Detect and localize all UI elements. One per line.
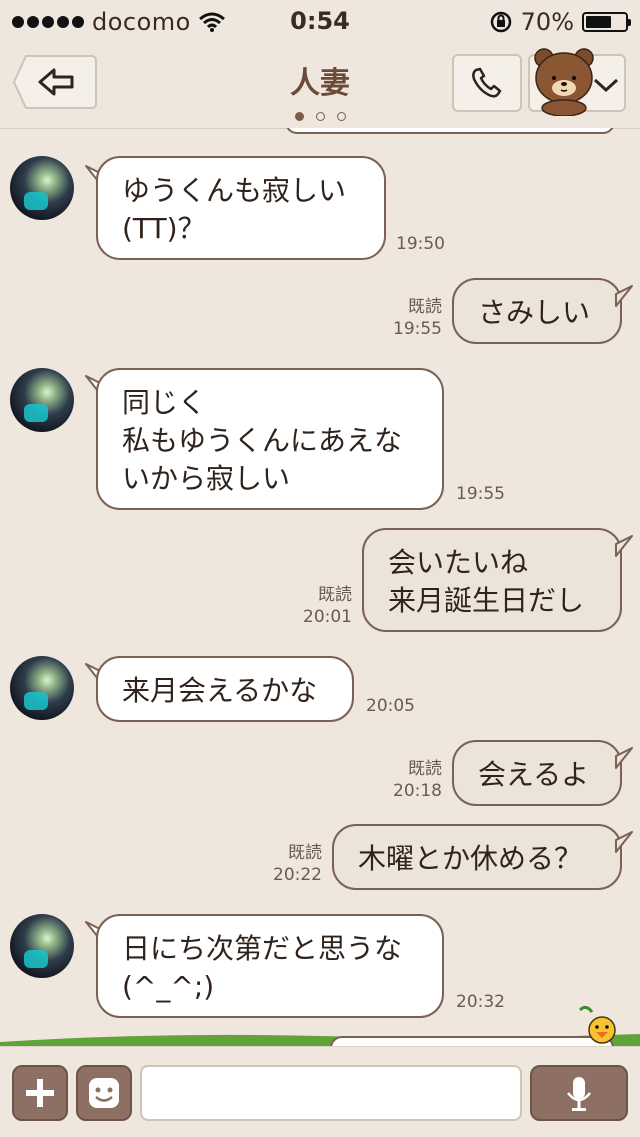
message-meta: 既読 19:55: [388, 296, 442, 340]
read-receipt: 既読: [408, 759, 442, 779]
message-bubble[interactable]: 同じく 私もゆうくんにあえな いから寂しい: [96, 368, 444, 510]
bubble-tail: [615, 285, 633, 307]
status-right: 70%: [489, 8, 631, 36]
brown-bear-character-icon: [534, 48, 594, 116]
page-dot: [336, 112, 346, 121]
avatar[interactable]: [10, 914, 74, 978]
message-time: 20:05: [366, 696, 415, 716]
bubble-tail: [615, 747, 633, 769]
add-button[interactable]: [12, 1065, 68, 1121]
message-time: 19:55: [393, 319, 442, 339]
message-bubble[interactable]: 会いたいね 来月誕生日だし: [362, 528, 622, 632]
message-time: 20:32: [456, 992, 505, 1012]
message-bubble[interactable]: 日にち次第だと思うな (^_^;): [96, 914, 444, 1018]
message-time: 19:55: [456, 484, 505, 504]
call-button[interactable]: [452, 54, 522, 112]
avatar[interactable]: [10, 656, 74, 720]
read-receipt: 既読: [408, 297, 442, 317]
message-time: 20:22: [273, 865, 322, 885]
emoji-face-icon: [89, 1078, 119, 1108]
previous-bubble-edge: [285, 128, 615, 134]
sticker-button[interactable]: [76, 1065, 132, 1121]
message-bubble[interactable]: ゆうくんも寂しい (TT)？: [96, 156, 386, 260]
page-dot: [294, 112, 304, 121]
read-receipt: 既読: [288, 843, 322, 863]
message-meta: 既読 20:22: [266, 842, 322, 886]
chat-header: 人妻: [0, 40, 640, 129]
message-meta: 既読 20:01: [296, 584, 352, 628]
read-receipt: 既読: [318, 585, 352, 605]
message-bubble[interactable]: 会えるよ: [452, 740, 622, 806]
voice-button[interactable]: [530, 1065, 628, 1121]
battery-percent: 70%: [520, 8, 574, 36]
bubble-tail: [615, 535, 633, 557]
avatar[interactable]: [10, 156, 74, 220]
microphone-icon: [567, 1077, 591, 1111]
rotation-lock-icon: [490, 11, 511, 33]
chat-area[interactable]: ゆうくんも寂しい (TT)？ 19:50 既読 19:55 さみしい 同じく 私…: [0, 128, 640, 1028]
status-bar: docomo 0:54 70%: [0, 0, 640, 40]
message-bubble[interactable]: さみしい: [452, 278, 622, 344]
chevron-down-icon: [593, 78, 619, 93]
page-dot: [315, 112, 325, 121]
chick-character-icon: [578, 1005, 616, 1044]
message-time: 20:18: [393, 781, 442, 801]
phone-icon: [472, 67, 502, 98]
message-bubble[interactable]: 来月会えるかな: [96, 656, 354, 722]
avatar[interactable]: [10, 368, 74, 432]
message-meta: 既読 20:18: [388, 758, 442, 802]
input-bar: [0, 1046, 640, 1137]
message-time: 19:50: [396, 234, 445, 254]
message-bubble[interactable]: 木曜とか休める？: [332, 824, 622, 890]
bubble-tail: [615, 831, 633, 853]
message-input[interactable]: [140, 1065, 522, 1121]
plus-icon: [26, 1079, 54, 1107]
message-time: 20:01: [303, 607, 352, 627]
battery-icon: [582, 12, 631, 32]
